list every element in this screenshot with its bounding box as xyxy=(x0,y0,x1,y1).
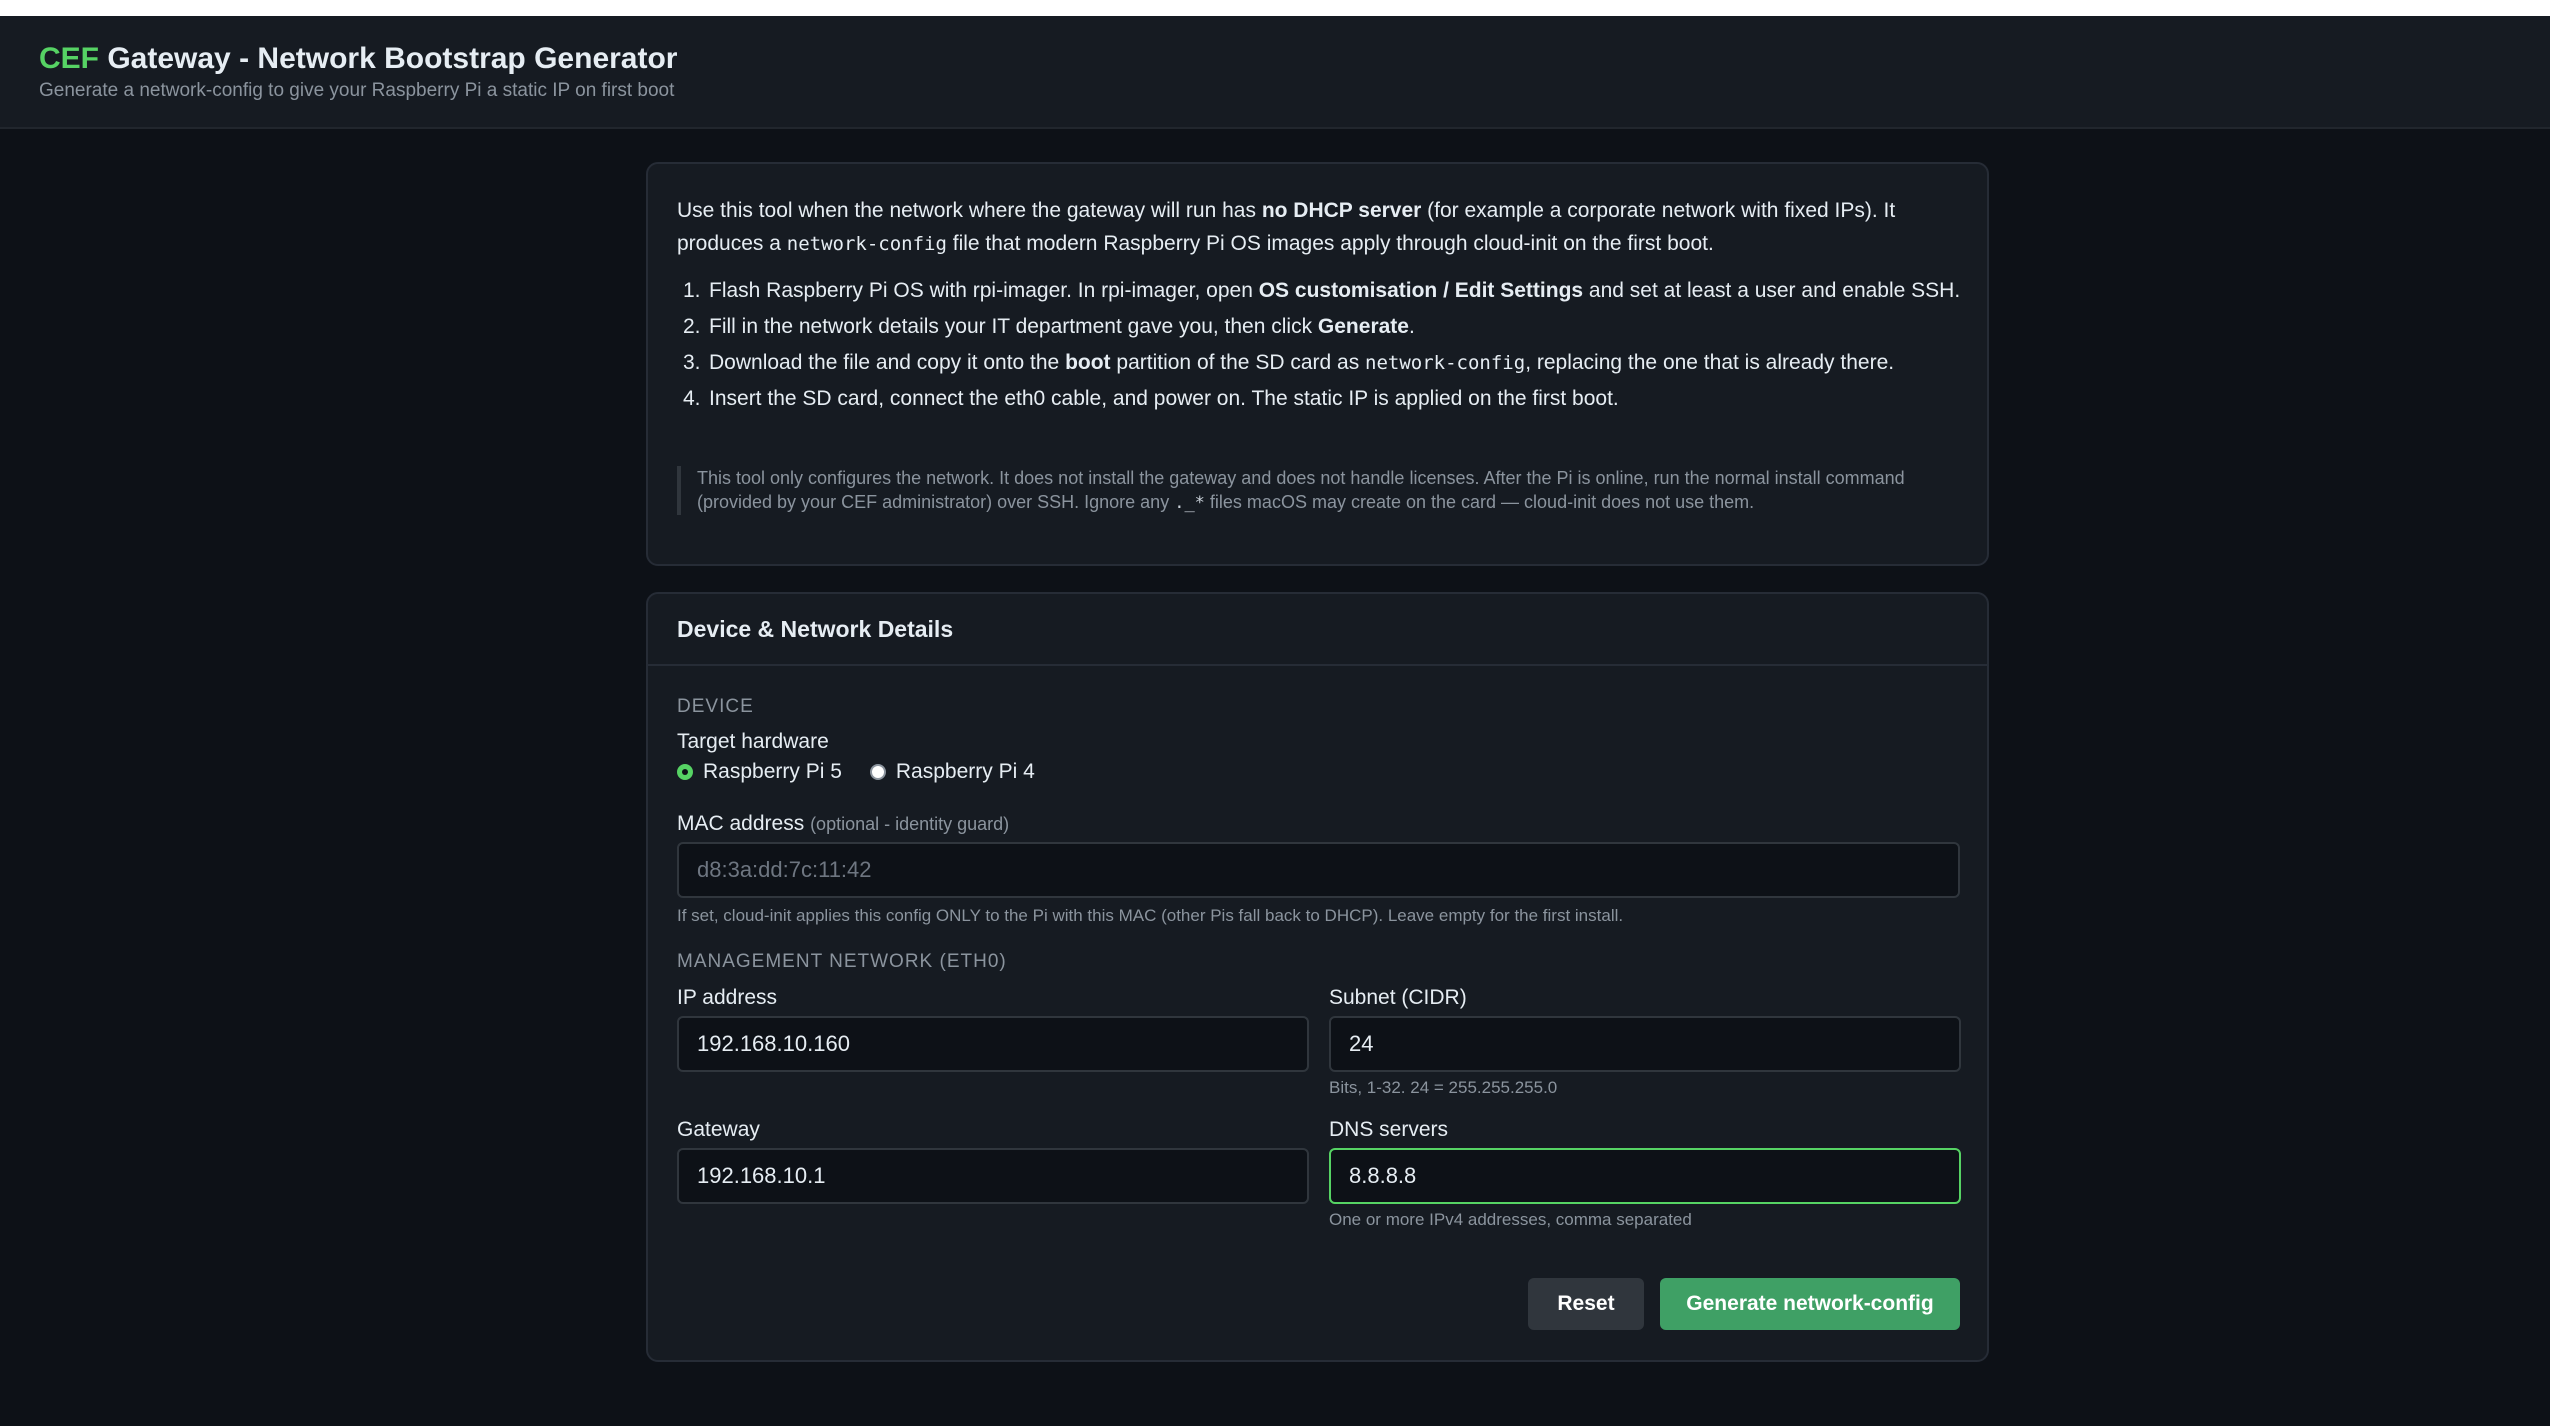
app-header: CEF Gateway - Network Bootstrap Generato… xyxy=(0,16,2550,129)
radio-label: Raspberry Pi 5 xyxy=(703,760,842,783)
step-text: Download the file and copy it onto the xyxy=(709,351,1066,374)
intro-bold: no DHCP server xyxy=(1261,199,1422,222)
dns-hint: One or more IPv4 addresses, comma separa… xyxy=(1329,1210,1692,1229)
form-header: Device & Network Details xyxy=(648,594,1987,666)
step-text: Flash Raspberry Pi OS with rpi-imager. I… xyxy=(709,279,1259,302)
brand-name: CEF xyxy=(39,42,99,75)
step-number: 2. xyxy=(683,315,701,338)
step-number: 4. xyxy=(683,387,701,410)
step-item: 1. Flash Raspberry Pi OS with rpi-imager.… xyxy=(677,274,1967,308)
note-code: ._* xyxy=(1174,493,1205,513)
gateway-label: Gateway xyxy=(677,1118,760,1141)
step-text: Fill in the network details your IT depa… xyxy=(709,315,1318,338)
step-item: 4. Insert the SD card, connect the eth0 c… xyxy=(677,382,1967,416)
subnet-label: Subnet (CIDR) xyxy=(1329,986,1467,1009)
intro-code: network-config xyxy=(786,233,947,255)
network-form-card: Device & Network Details DEVICE Target h… xyxy=(646,592,1989,1362)
intro-part: file that modern Raspberry Pi OS images … xyxy=(946,232,1714,255)
step-bold: boot xyxy=(1065,351,1111,374)
mac-label: MAC address (optional - identity guard) xyxy=(677,812,1009,836)
step-text: Insert the SD card, connect the eth0 cab… xyxy=(709,387,1619,410)
page-subtitle: Generate a network-config to give your R… xyxy=(39,80,675,101)
subnet-input[interactable] xyxy=(1329,1016,1961,1072)
step-number: 1. xyxy=(683,279,701,302)
mac-optional-text: (optional - identity guard) xyxy=(810,814,1010,834)
page-title-text: Gateway - Network Bootstrap Generator xyxy=(107,42,678,75)
step-text: partition of the SD card as xyxy=(1110,351,1366,374)
step-text: , replacing the one that is already ther… xyxy=(1525,351,1895,374)
intro-part: Use this tool when the network where the… xyxy=(677,199,1262,222)
note-text: files macOS may create on the card — clo… xyxy=(1204,492,1755,512)
step-code: network-config xyxy=(1365,352,1526,374)
generate-button[interactable]: Generate network-config xyxy=(1660,1278,1960,1330)
hardware-radio-group: Raspberry Pi 5 Raspberry Pi 4 xyxy=(677,760,1063,784)
top-strip xyxy=(0,0,2550,16)
reset-button[interactable]: Reset xyxy=(1528,1278,1644,1330)
instructions-card: Use this tool when the network where the… xyxy=(646,162,1989,566)
mac-hint: If set, cloud-init applies this config O… xyxy=(677,906,1624,925)
ip-address-input[interactable] xyxy=(677,1016,1309,1072)
step-number: 3. xyxy=(683,351,701,374)
page-title: CEF Gateway - Network Bootstrap Generato… xyxy=(39,42,677,76)
dns-label: DNS servers xyxy=(1329,1118,1449,1141)
step-item: 3. Download the file and copy it onto the… xyxy=(677,346,1967,380)
step-bold: OS customisation / Edit Settings xyxy=(1258,279,1584,302)
ip-label: IP address xyxy=(677,986,778,1009)
subnet-hint: Bits, 1-32. 24 = 255.255.255.0 xyxy=(1329,1078,1558,1097)
device-section-label: DEVICE xyxy=(677,696,754,717)
radio-pi4[interactable]: Raspberry Pi 4 xyxy=(869,760,1035,784)
form-title: Device & Network Details xyxy=(677,616,954,642)
mac-address-input[interactable] xyxy=(677,842,1960,898)
radio-unselected-icon[interactable] xyxy=(869,764,886,780)
step-item: 2. Fill in the network details your IT de… xyxy=(677,310,1967,344)
intro-text: Use this tool when the network where the… xyxy=(677,194,1957,261)
step-text: and set at least a user and enable SSH. xyxy=(1583,279,1961,302)
hardware-label: Target hardware xyxy=(677,730,829,753)
mgmt-section-label: MANAGEMENT NETWORK (ETH0) xyxy=(677,951,1007,972)
radio-selected-icon[interactable] xyxy=(677,764,693,780)
dns-servers-input[interactable] xyxy=(1329,1148,1961,1204)
radio-pi5[interactable]: Raspberry Pi 5 xyxy=(677,760,842,784)
radio-label: Raspberry Pi 4 xyxy=(895,760,1035,783)
step-text: . xyxy=(1408,315,1415,338)
gateway-input[interactable] xyxy=(677,1148,1309,1204)
step-bold: Generate xyxy=(1317,315,1409,338)
steps-list: 1. Flash Raspberry Pi OS with rpi-imager.… xyxy=(677,274,1967,418)
note-callout: This tool only configures the network. I… xyxy=(677,466,1959,515)
mac-label-text: MAC address xyxy=(677,812,805,835)
